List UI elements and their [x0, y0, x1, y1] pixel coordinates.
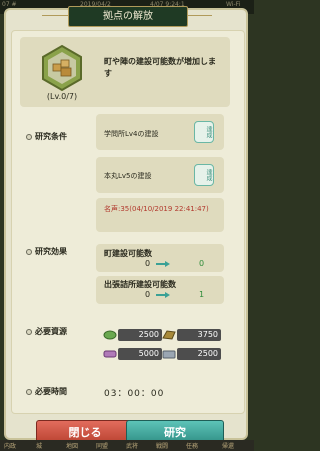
- nav-item[interactable]: 同盟: [96, 441, 108, 450]
- achieved-stamp-icon: 達成: [194, 164, 214, 186]
- nav-item[interactable]: 帰還: [222, 441, 234, 450]
- resource-ore-value: 3750: [177, 329, 221, 341]
- time-label: 必要時間: [26, 386, 67, 397]
- condition-note: 名声:35(04/10/2019 22:41:47): [104, 205, 209, 213]
- nav-item[interactable]: 任務: [186, 441, 198, 450]
- nav-item[interactable]: 戦闘: [156, 441, 168, 450]
- effect-to: 1: [199, 290, 205, 299]
- condition-text: 学問所Lv4の建設: [104, 130, 159, 138]
- ore-icon: [162, 330, 176, 340]
- resource-wood-value: 2500: [118, 329, 162, 341]
- arrow-right-icon: [156, 292, 170, 298]
- effect-from: 0: [145, 290, 151, 299]
- resource-stone-value: 2500: [177, 348, 221, 360]
- research-description: 町や陣の建設可能数が増加します: [104, 57, 216, 78]
- achieved-stamp-icon: 達成: [194, 121, 214, 143]
- effect-title: 出張詰所建設可能数: [104, 280, 176, 289]
- nav-item[interactable]: 城: [36, 441, 42, 450]
- nav-item[interactable]: 地図: [66, 441, 78, 450]
- arrow-right-icon: [156, 261, 170, 267]
- resource-cloth-value: 5000: [118, 348, 162, 360]
- condition-text: 本丸Lv5の建設: [104, 172, 152, 180]
- research-level: (Lv.0/7): [46, 92, 78, 101]
- bottom-nav: 内政 城 地図 同盟 武将 戦闘 任務 帰還: [0, 440, 254, 451]
- dialog-title: 拠点の解放: [68, 6, 188, 27]
- bullet-icon: [26, 328, 32, 335]
- nav-item[interactable]: 武将: [126, 441, 138, 450]
- research-hex-icon: [42, 44, 82, 92]
- nav-item[interactable]: 内政: [4, 441, 16, 450]
- resources-label: 必要資源: [26, 326, 67, 337]
- effect-to: 0: [199, 259, 205, 268]
- bullet-icon: [26, 248, 32, 255]
- required-time: 03：00：00: [104, 389, 165, 399]
- status-wifi: Wi-Fi: [226, 1, 241, 8]
- stone-icon: [162, 350, 176, 359]
- bullet-icon: [26, 133, 32, 140]
- status-left: 07 #: [2, 1, 17, 8]
- effects-label: 研究効果: [26, 246, 67, 257]
- cloth-icon: [103, 350, 117, 358]
- conditions-label: 研究条件: [26, 131, 67, 142]
- bullet-icon: [26, 388, 32, 395]
- effect-title: 町建設可能数: [104, 249, 152, 258]
- effect-from: 0: [145, 259, 151, 268]
- wood-icon: [103, 330, 117, 340]
